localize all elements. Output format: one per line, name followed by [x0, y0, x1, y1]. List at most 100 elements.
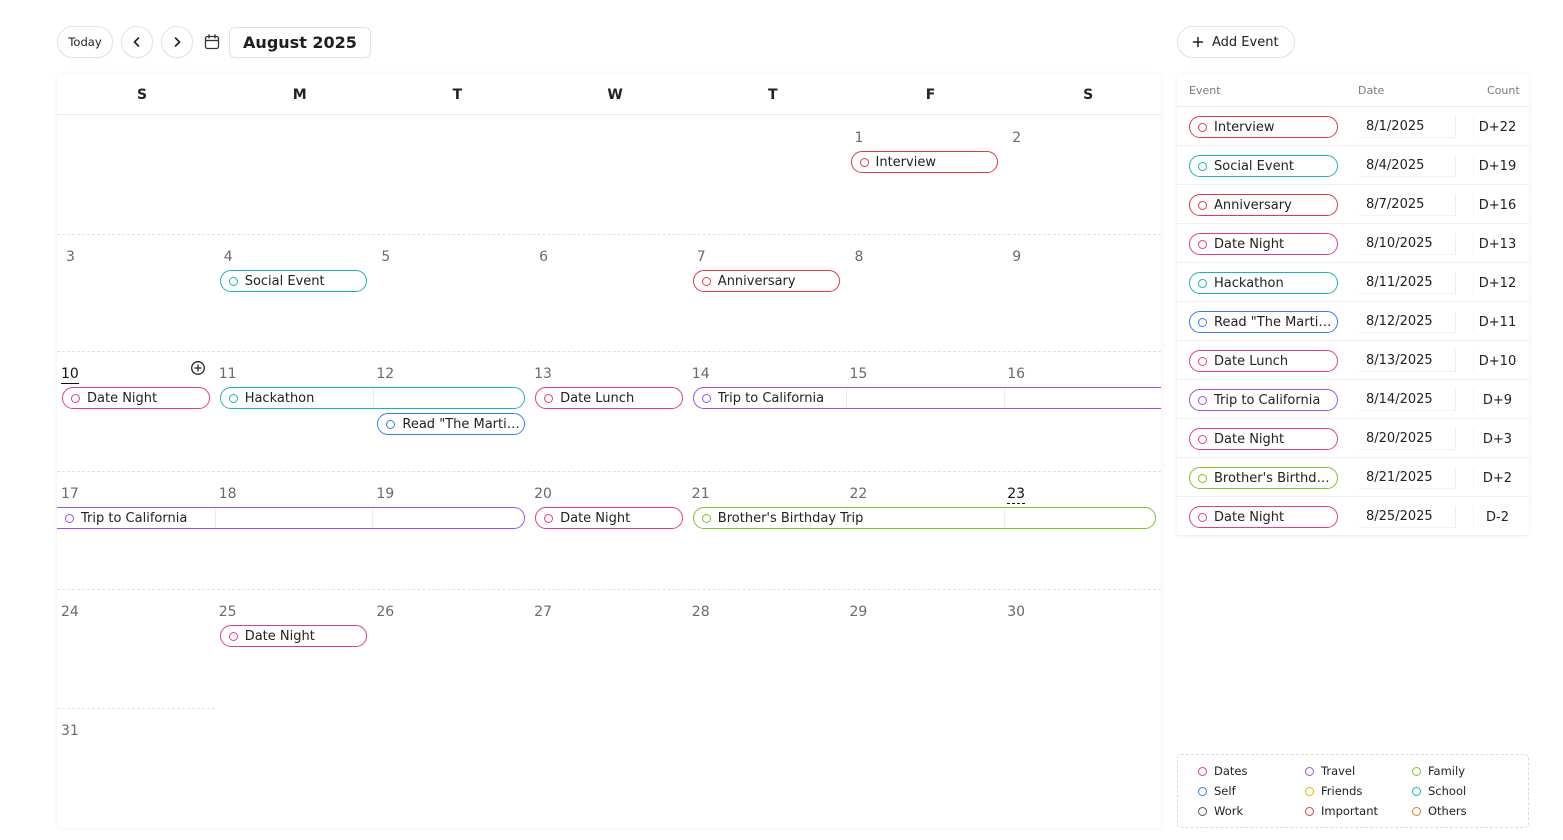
calendar-event[interactable]: Date Lunch	[535, 387, 683, 409]
today-button[interactable]: Today	[57, 26, 113, 58]
table-row[interactable]: Interview 8/1/2025 D+22	[1177, 107, 1529, 146]
calendar-event[interactable]: Brother's Birthday Trip	[692, 507, 1156, 529]
month-title[interactable]: August 2025	[229, 27, 371, 58]
event-chip[interactable]: Anniversary	[1189, 194, 1338, 216]
calendar-icon[interactable]	[203, 33, 221, 51]
weekday-label: M	[292, 86, 307, 103]
calendar-event[interactable]: Hackathon	[219, 387, 526, 409]
next-month-button[interactable]	[161, 26, 193, 58]
event-chip[interactable]: Social Event	[1189, 155, 1338, 177]
table-row[interactable]: Social Event 8/4/2025 D+19	[1177, 146, 1529, 185]
legend-item[interactable]: Self	[1198, 784, 1236, 798]
day-number[interactable]: 19	[376, 486, 394, 502]
legend-item[interactable]: Friends	[1305, 784, 1362, 798]
event-dot-icon	[859, 157, 869, 167]
day-number[interactable]: 4	[224, 249, 233, 265]
event-count: D+16	[1473, 194, 1521, 216]
event-chip[interactable]: Date Night	[1189, 506, 1338, 528]
table-row[interactable]: Trip to California 8/14/2025 D+9	[1177, 380, 1529, 419]
calendar-event[interactable]: Interview	[850, 151, 999, 173]
event-chip[interactable]: Trip to California	[1189, 389, 1338, 411]
plus-circle-icon[interactable]	[190, 360, 206, 376]
legend-item[interactable]: Dates	[1198, 764, 1247, 778]
table-row[interactable]: Brother's Birthday Trip 8/21/2025 D+2	[1177, 458, 1529, 497]
day-number[interactable]: 25	[219, 604, 237, 620]
legend-item[interactable]: Family	[1412, 764, 1465, 778]
prev-month-button[interactable]	[121, 26, 153, 58]
table-row[interactable]: Date Night 8/25/2025 D-2	[1177, 497, 1529, 536]
day-number[interactable]: 9	[1012, 249, 1021, 265]
day-number[interactable]: 26	[376, 604, 394, 620]
legend-item[interactable]: Important	[1305, 804, 1378, 818]
event-chip[interactable]: Read "The Martian"	[1189, 311, 1338, 333]
event-date[interactable]: 8/14/2025	[1358, 389, 1456, 411]
day-number[interactable]: 27	[534, 604, 552, 620]
day-number[interactable]: 16	[1007, 366, 1025, 382]
event-date[interactable]: 8/7/2025	[1358, 194, 1456, 216]
legend-dot-icon	[1198, 786, 1207, 796]
day-number[interactable]: 15	[850, 366, 868, 382]
day-number[interactable]: 17	[61, 486, 79, 502]
day-number[interactable]: 28	[692, 604, 710, 620]
calendar-event[interactable]: Date Night	[62, 387, 210, 409]
legend-item[interactable]: Others	[1412, 804, 1467, 818]
day-number[interactable]: 24	[61, 604, 79, 620]
day-number[interactable]: 31	[61, 723, 79, 739]
day-number[interactable]: 3	[66, 249, 75, 265]
event-date[interactable]: 8/1/2025	[1358, 116, 1456, 138]
calendar-event[interactable]: Social Event	[219, 270, 368, 292]
event-chip[interactable]: Date Night	[1189, 233, 1338, 255]
day-number[interactable]: 10	[61, 366, 79, 384]
day-number[interactable]: 13	[534, 366, 552, 382]
event-date[interactable]: 8/20/2025	[1358, 428, 1456, 450]
calendar-event[interactable]: Trip to California	[692, 387, 1161, 409]
event-chip[interactable]: Date Night	[1189, 428, 1338, 450]
table-row[interactable]: Date Lunch 8/13/2025 D+10	[1177, 341, 1529, 380]
day-number[interactable]: 2	[1012, 130, 1021, 146]
day-number[interactable]: 20	[534, 486, 552, 502]
event-name: Date Lunch	[1214, 353, 1289, 369]
day-number[interactable]: 21	[692, 486, 710, 502]
calendar-event[interactable]: Date Night	[535, 507, 683, 529]
table-row[interactable]: Read "The Martian" 8/12/2025 D+11	[1177, 302, 1529, 341]
event-date[interactable]: 8/10/2025	[1358, 233, 1456, 255]
event-dot-icon	[386, 419, 396, 429]
event-chip[interactable]: Date Lunch	[1189, 350, 1338, 372]
event-date[interactable]: 8/11/2025	[1358, 272, 1456, 294]
event-chip[interactable]: Interview	[1189, 116, 1338, 138]
day-number[interactable]: 23	[1007, 486, 1026, 504]
day-number[interactable]: 29	[850, 604, 868, 620]
table-row[interactable]: Date Night 8/20/2025 D+3	[1177, 419, 1529, 458]
calendar-event[interactable]: Date Night	[219, 625, 368, 647]
calendar-event[interactable]: Anniversary	[692, 270, 841, 292]
day-number[interactable]: 30	[1007, 604, 1025, 620]
event-date[interactable]: 8/12/2025	[1358, 311, 1456, 333]
legend-item[interactable]: Travel	[1305, 764, 1355, 778]
calendar-event[interactable]: Trip to California	[57, 507, 526, 529]
table-row[interactable]: Anniversary 8/7/2025 D+16	[1177, 185, 1529, 224]
event-chip[interactable]: Hackathon	[1189, 272, 1338, 294]
legend-item[interactable]: School	[1412, 784, 1466, 798]
event-chip[interactable]: Brother's Birthday Trip	[1189, 467, 1338, 489]
weekday-label: S	[136, 86, 148, 103]
day-number[interactable]: 12	[376, 366, 394, 382]
day-number[interactable]: 7	[697, 249, 706, 265]
day-number[interactable]: 22	[850, 486, 868, 502]
day-number[interactable]: 14	[692, 366, 710, 382]
legend-item[interactable]: Work	[1198, 804, 1243, 818]
calendar-event[interactable]: Read "The Martian"	[377, 413, 526, 435]
event-date[interactable]: 8/25/2025	[1358, 506, 1456, 528]
day-number[interactable]: 1	[855, 130, 864, 146]
day-number[interactable]: 18	[219, 486, 237, 502]
day-number[interactable]: 8	[855, 249, 864, 265]
add-event-button[interactable]: Add Event	[1177, 26, 1295, 58]
event-date[interactable]: 8/21/2025	[1358, 467, 1456, 489]
day-number[interactable]: 6	[539, 249, 548, 265]
day-number[interactable]: 5	[381, 249, 390, 265]
table-row[interactable]: Date Night 8/10/2025 D+13	[1177, 224, 1529, 263]
table-row[interactable]: Hackathon 8/11/2025 D+12	[1177, 263, 1529, 302]
event-count: D+11	[1473, 311, 1521, 333]
event-date[interactable]: 8/13/2025	[1358, 350, 1456, 372]
day-number[interactable]: 11	[219, 366, 237, 382]
event-date[interactable]: 8/4/2025	[1358, 155, 1456, 177]
